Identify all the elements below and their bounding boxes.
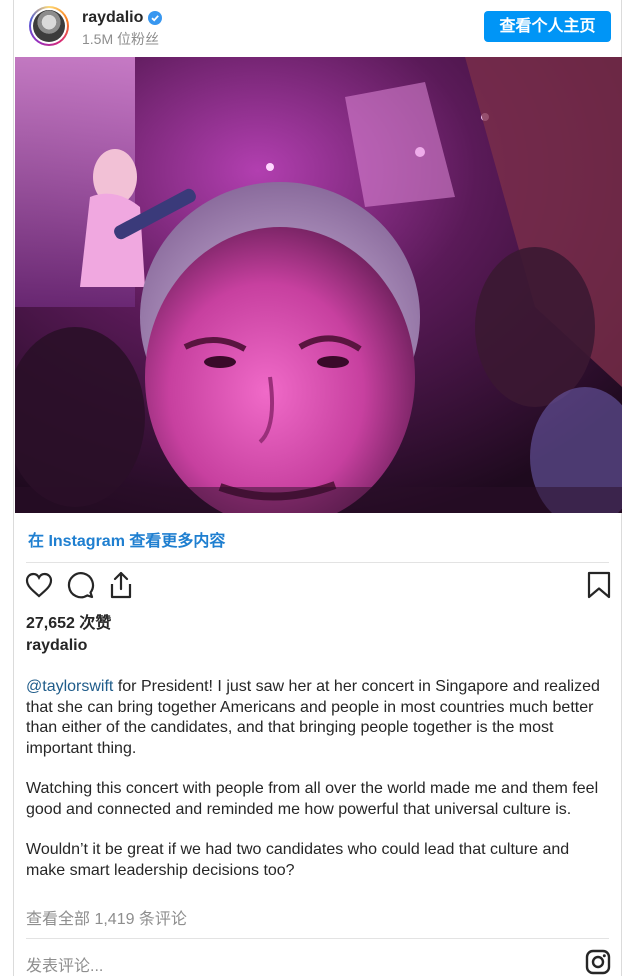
- view-more-on-instagram-link[interactable]: 在 Instagram 查看更多内容: [28, 527, 225, 551]
- instagram-icon[interactable]: [585, 949, 611, 975]
- heart-icon[interactable]: [24, 570, 54, 600]
- caption-paragraph-1-text: for President! I just saw her at her con…: [26, 678, 600, 757]
- comment-icon[interactable]: [65, 570, 95, 600]
- verified-badge-icon: [148, 11, 163, 25]
- concert-selfie-image: [15, 57, 622, 513]
- like-count[interactable]: 27,652 次赞: [26, 609, 111, 633]
- caption-author[interactable]: raydalio: [26, 637, 87, 655]
- instagram-embed-card: raydalio 1.5M 位粉丝 查看个人主页 在 Instagram 查看更…: [13, 0, 622, 976]
- bookmark-icon[interactable]: [584, 570, 614, 600]
- view-profile-button[interactable]: 查看个人主页: [484, 11, 611, 42]
- username[interactable]: raydalio: [82, 9, 143, 27]
- post-header: raydalio 1.5M 位粉丝 查看个人主页: [14, 0, 623, 56]
- view-all-comments-link[interactable]: 查看全部 1,419 条评论: [26, 905, 187, 929]
- caption-paragraph-1: @taylorswift for President! I just saw h…: [26, 677, 611, 759]
- post-photo[interactable]: [15, 57, 622, 513]
- username-row: raydalio: [82, 9, 163, 27]
- caption-paragraph-3: Wouldn’t it be great if we had two candi…: [26, 841, 570, 879]
- share-icon[interactable]: [106, 570, 136, 600]
- post-caption: @taylorswift for President! I just saw h…: [26, 677, 611, 901]
- mention-link[interactable]: @taylorswift: [26, 678, 113, 695]
- follower-count: 1.5M 位粉丝: [82, 31, 160, 47]
- divider: [26, 938, 609, 939]
- comment-input[interactable]: 发表评论...: [26, 952, 103, 976]
- avatar[interactable]: [29, 6, 69, 46]
- divider: [26, 562, 609, 563]
- caption-paragraph-2: Watching this concert with people from a…: [26, 780, 599, 818]
